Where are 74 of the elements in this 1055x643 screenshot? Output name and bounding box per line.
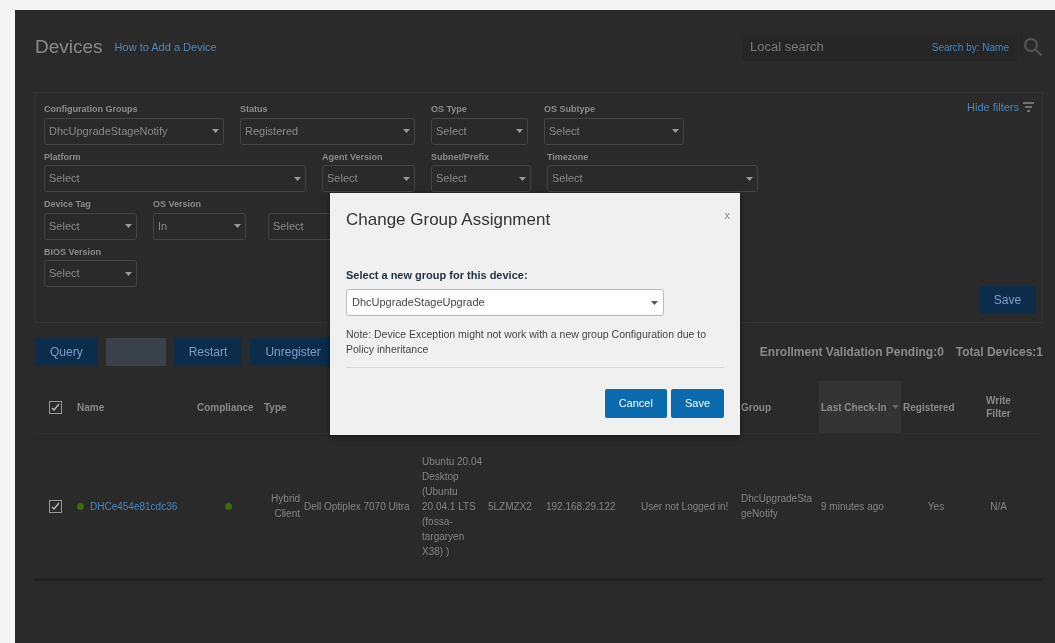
action-button[interactable]: Query xyxy=(35,338,98,366)
filter-save-button[interactable]: Save xyxy=(979,286,1036,314)
table-cell-text: DhcUpgradeStageNotify xyxy=(741,492,814,521)
caret-icon xyxy=(516,129,523,133)
table-cell-text: N/A xyxy=(990,499,1007,514)
filter-label: BIOS Version xyxy=(44,245,103,259)
caret-icon xyxy=(125,224,132,228)
filter-select[interactable]: Select xyxy=(544,117,684,145)
table-cell-text: 5LZMZX2 xyxy=(488,499,532,514)
summary-text: Enrollment Validation Pending:0 xyxy=(759,344,944,361)
caret-icon xyxy=(234,224,241,228)
caret-icon xyxy=(651,300,658,305)
checkbox[interactable] xyxy=(49,400,62,414)
column-header[interactable]: Name xyxy=(77,400,105,414)
device-name-link[interactable]: DHCe454e81cdc36 xyxy=(90,498,178,514)
filter-select[interactable]: DhcUpgradeStageNotify xyxy=(44,117,224,145)
filter-select[interactable]: Select xyxy=(431,165,531,192)
caret-icon xyxy=(672,129,679,133)
checkbox[interactable] xyxy=(49,499,62,513)
checkmark-icon xyxy=(51,501,60,511)
filter-select[interactable]: Select xyxy=(547,165,758,192)
filter-label: Device Tag xyxy=(44,198,92,211)
filter-label: Configuration Groups xyxy=(44,103,139,116)
column-header[interactable]: Group xyxy=(741,400,771,414)
filter-label: Subnet/Prefix xyxy=(431,150,490,164)
sort-caret-icon xyxy=(892,405,899,409)
table-cell-text: Hybrid Client xyxy=(270,492,300,521)
column-header[interactable]: Compliance xyxy=(197,400,254,414)
search-icon[interactable] xyxy=(1023,37,1043,57)
help-link[interactable]: How to Add a Device xyxy=(114,38,217,56)
field-label: Select a new group for this device: xyxy=(346,267,529,283)
action-button[interactable]: Restart xyxy=(173,338,243,366)
dialog-button[interactable]: Save xyxy=(670,389,724,418)
search-field[interactable]: Local search Search by: Name xyxy=(742,33,1017,61)
checkmark-icon xyxy=(51,402,60,412)
close-button[interactable]: x xyxy=(724,207,730,224)
filter-label: OS Subtype xyxy=(544,103,596,116)
filter-label: OS Version xyxy=(153,198,203,211)
filter-icon[interactable] xyxy=(1023,102,1034,113)
filter-label: Agent Version xyxy=(322,150,384,164)
filter-select[interactable]: Select xyxy=(44,260,137,287)
column-header[interactable]: Registered xyxy=(903,400,955,414)
caret-icon xyxy=(746,176,753,181)
filter-label: Status xyxy=(240,103,269,116)
filter-label: OS Type xyxy=(431,103,468,116)
filter-select[interactable]: Select xyxy=(44,212,137,240)
caret-icon xyxy=(294,176,301,181)
hide-filters-link[interactable]: Hide filters xyxy=(967,99,1019,116)
filter-select[interactable]: In xyxy=(153,212,246,240)
filter-label: Platform xyxy=(44,150,82,164)
page-title: Devices xyxy=(35,34,103,59)
caret-icon xyxy=(403,129,410,133)
table-cell-text: Dell Optiplex 7070 Ultra xyxy=(304,499,410,514)
table-cell-text: User not Logged in! xyxy=(641,499,729,514)
column-header[interactable]: Write Filter xyxy=(973,394,1024,420)
table-cell-text: Yes xyxy=(927,499,945,514)
summary-text: Total Devices:1 xyxy=(955,344,1043,361)
filter-label: Timezone xyxy=(547,150,590,164)
search-by-link[interactable]: Search by: Name xyxy=(931,39,1009,55)
table-cell-text: 9 minutes ago xyxy=(821,499,884,514)
column-header[interactable]: Type xyxy=(264,400,287,414)
filter-select[interactable]: Select xyxy=(431,117,528,145)
filter-select[interactable]: Select xyxy=(322,165,415,192)
caret-icon xyxy=(403,176,410,181)
caret-icon xyxy=(212,129,219,133)
dialog-button[interactable]: Cancel xyxy=(604,389,667,418)
table-cell-text: Ubuntu 20.04 Desktop (Ubuntu 20.04.1 LTS (fossa-targaryen X38) ) xyxy=(422,454,484,559)
filter-select[interactable]: Select xyxy=(44,165,306,192)
group-select[interactable]: DhcUpgradeStageUpgrade xyxy=(346,289,664,316)
dialog-note: Note: Device Exception might not work with a new group Configuration due to Policy inheritance xyxy=(346,327,724,368)
caret-icon xyxy=(125,271,132,276)
table-cell-text: 192.168.29.122 xyxy=(546,499,616,514)
filter-select[interactable]: Registered xyxy=(240,117,415,145)
caret-icon xyxy=(519,176,526,181)
